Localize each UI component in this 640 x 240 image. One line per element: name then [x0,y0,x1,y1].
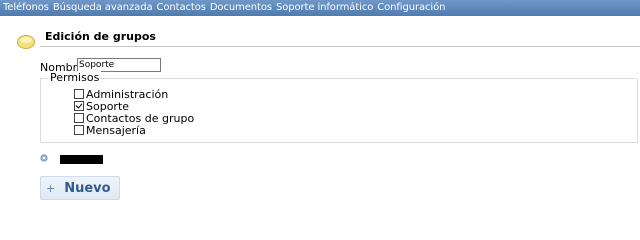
new-button-label: Nuevo [64,180,111,196]
permission-mensajeria: Mensajería [74,123,146,137]
nav-telefonos[interactable]: Teléfonos [0,0,49,16]
name-input[interactable] [77,58,161,72]
permission-administracion: Administración [74,88,168,101]
contactos-de-grupo-checkbox[interactable] [74,113,84,123]
mensajeria-checkbox[interactable] [74,125,84,135]
plus-icon: + [46,181,56,195]
permission-contactos-de-grupo: Contactos de grupo [74,112,194,125]
edit-icon [17,35,35,49]
top-nav-bar: Teléfonos Búsqueda avanzada Contactos Do… [0,0,640,16]
nav-configuracion[interactable]: Configuración [373,0,445,16]
nav-documentos[interactable]: Documentos [206,0,272,16]
gear-icon [40,154,48,162]
nav-contactos[interactable]: Contactos [152,0,205,16]
title-divider [40,46,640,47]
permissions-legend: Permisos [48,71,102,84]
nav-soporte-informatico[interactable]: Soporte informático [272,0,373,16]
new-button[interactable]: + Nuevo [40,176,120,200]
nav-busqueda-avanzada[interactable]: Búsqueda avanzada [49,0,153,16]
redacted-text [60,155,103,164]
administracion-checkbox[interactable] [74,89,84,99]
page-title: Edición de grupos [45,30,156,43]
permission-label: Mensajería [86,123,146,137]
soporte-checkbox[interactable] [74,101,84,111]
permission-soporte: Soporte [74,100,129,113]
